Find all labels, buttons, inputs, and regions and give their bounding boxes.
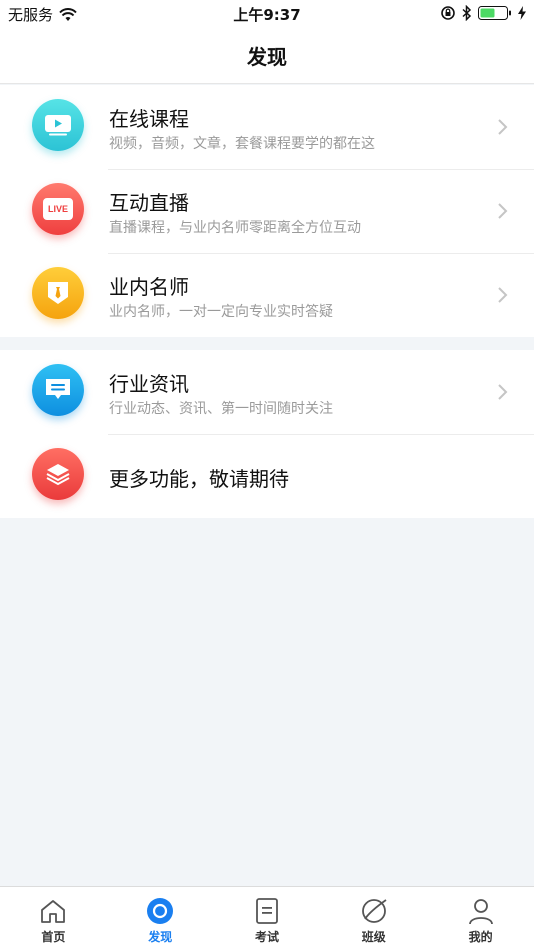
- layers-icon: [32, 448, 84, 500]
- menu-item-online-courses[interactable]: 在线课程 视频，音频，文章，套餐课程要学的都在这: [0, 85, 534, 169]
- menu-item-title: 业内名师: [109, 275, 189, 299]
- charging-icon: [518, 6, 526, 20]
- tab-label: 发现: [148, 930, 173, 944]
- chevron-right-icon: [498, 119, 508, 135]
- menu-item-teachers[interactable]: 业内名师 业内名师，一对一定向专业实时答疑: [0, 253, 534, 337]
- page-title: 发现: [247, 45, 287, 69]
- tab-home[interactable]: 首页: [0, 887, 107, 950]
- menu-item-industry-news[interactable]: 行业资讯 行业动态、资讯、第一时间随时关注: [0, 350, 534, 434]
- menu-item-title: 互动直播: [109, 191, 189, 215]
- message-icon: [32, 364, 84, 416]
- status-bar: 无服务 上午9:37: [0, 0, 534, 28]
- tab-label: 班级: [361, 930, 386, 944]
- tab-label: 首页: [41, 930, 66, 944]
- bluetooth-icon: [462, 5, 472, 21]
- menu-item-subtitle: 直播课程，与业内名师零距离全方位互动: [109, 220, 361, 236]
- tab-profile[interactable]: 我的: [427, 887, 534, 950]
- menu-item-subtitle: 业内名师，一对一定向专业实时答疑: [109, 304, 333, 320]
- tab-exam[interactable]: 考试: [214, 887, 321, 950]
- chevron-right-icon: [498, 287, 508, 303]
- orientation-lock-icon: [441, 6, 455, 20]
- teacher-icon: [32, 267, 84, 319]
- nav-bar: 发现: [0, 28, 534, 84]
- menu-item-title: 在线课程: [109, 107, 189, 131]
- exam-icon: [252, 896, 282, 926]
- tab-class[interactable]: 班级: [320, 887, 427, 950]
- chevron-right-icon: [498, 203, 508, 219]
- menu-item-subtitle: 视频，音频，文章，套餐课程要学的都在这: [109, 136, 375, 152]
- video-icon: [32, 99, 84, 151]
- menu-item-more-features[interactable]: 更多功能，敬请期待: [0, 434, 534, 518]
- live-badge-text: LIVE: [47, 204, 68, 214]
- tab-label: 我的: [468, 930, 493, 944]
- live-icon: LIVE: [32, 183, 84, 235]
- discover-section-extra: 行业资讯 行业动态、资讯、第一时间随时关注 更多功能，敬请期待: [0, 350, 534, 518]
- profile-icon: [466, 896, 496, 926]
- home-icon: [38, 896, 68, 926]
- menu-item-title: 行业资讯: [109, 372, 189, 396]
- tab-discover[interactable]: 发现: [107, 887, 214, 950]
- battery-icon: [478, 6, 511, 20]
- discover-section-main: 在线课程 视频，音频，文章，套餐课程要学的都在这 LIVE 互动直播 直播课程，…: [0, 85, 534, 337]
- menu-item-subtitle: 行业动态、资讯、第一时间随时关注: [109, 401, 333, 417]
- tab-label: 考试: [254, 930, 279, 944]
- chevron-right-icon: [498, 384, 508, 400]
- menu-item-title: 更多功能，敬请期待: [109, 467, 289, 491]
- menu-item-live[interactable]: LIVE 互动直播 直播课程，与业内名师零距离全方位互动: [0, 169, 534, 253]
- tab-bar: 首页 发现 考试 班级 我的: [0, 886, 534, 950]
- discover-icon: [145, 896, 175, 926]
- class-icon: [359, 896, 389, 926]
